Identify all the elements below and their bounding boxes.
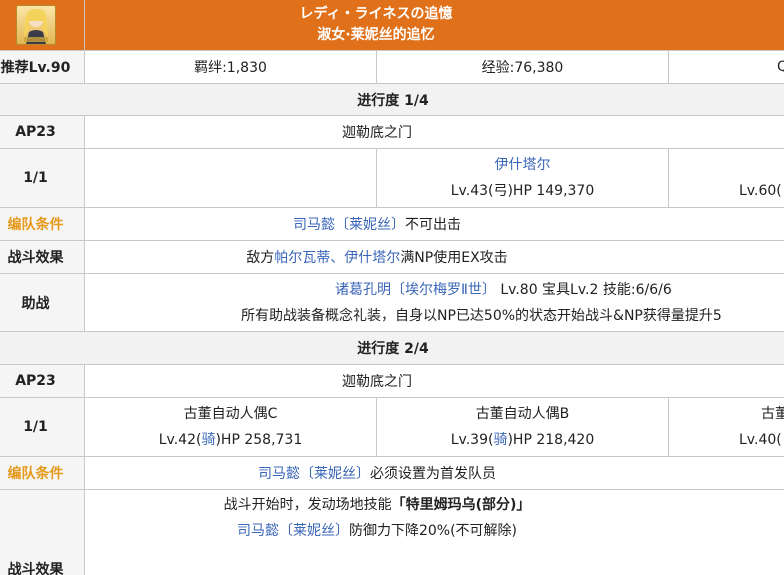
stage2-title-text: 进行度 2/4	[357, 341, 429, 357]
stage1-formation-label: 编队条件	[0, 207, 85, 241]
stage2-enemy2-class[interactable]: 骑	[493, 432, 507, 448]
stage2-enemy1-stats: Lv.42(骑)HP 258,731	[158, 432, 303, 448]
stage1-formation-row: 编队条件 司马懿〔莱妮丝〕不可出击	[0, 207, 784, 241]
stage2-formation-rule: 必须设置为首发队员	[370, 466, 496, 482]
stage1-support-servant[interactable]: 诸葛孔明〔埃尔梅罗Ⅱ世〕	[335, 282, 496, 298]
stage1-title-text: 进行度 1/4	[357, 92, 429, 109]
stage2-enemy-row: 1/1 古董自动人偶C Lv.42(骑)HP 258,731 古董自动人偶B L…	[0, 397, 784, 457]
stage2-formation-servant[interactable]: 司马懿〔莱妮丝〕	[258, 466, 370, 482]
stage2-battle-line1: 战斗开始时，发动场地技能	[223, 497, 392, 513]
quest-table: レディ・ライネスの追憶 淑女·莱妮丝的追忆 推荐Lv.90 羁绊:1,830 经…	[0, 0, 784, 575]
stage1-support-row: 助战 诸葛孔明〔埃尔梅罗Ⅱ世〕 Lv.80 宝具Lv.2 技能:6/6/6 所有…	[0, 273, 784, 332]
stage1-battle-row: 战斗效果 敌方帕尔瓦蒂、伊什塔尔满NP使用EX攻击	[0, 240, 784, 274]
stage2-place-text: 迦勒底之门	[342, 374, 412, 390]
stage1-wave: 1/1	[0, 148, 85, 208]
stage2-formation-row: 编队条件 司马懿〔莱妮丝〕必须设置为首发队员	[0, 456, 784, 490]
stage2-enemy2-name: 古董自动人偶B	[475, 406, 570, 422]
stage2-battle-row: 战斗效果 战斗开始时，发动场地技能「特里姆玛乌(部分)」 司马懿〔莱妮丝〕防御力…	[0, 489, 784, 575]
recommend-row: 推荐Lv.90 羁绊:1,830 经验:76,380 Q	[0, 50, 784, 84]
recommend-level: 推荐Lv.90	[0, 50, 85, 84]
stage2-ap-row: AP23 迦勒底之门	[0, 364, 784, 398]
stage2-battle-skill: 「特里姆玛乌(部分)」	[391, 497, 531, 513]
stage2-wave: 1/1	[0, 397, 85, 457]
stage1-support-label: 助战	[0, 273, 85, 332]
stage1-place-text: 迦勒底之门	[342, 125, 412, 141]
stage1-enemy-row: 1/1 伊什塔尔 Lv.43(弓)HP 149,370 Lv.60(	[0, 148, 784, 208]
stage1-enemy-card: 伊什塔尔 Lv.43(弓)HP 149,370	[376, 148, 669, 208]
stage1-enemy-empty	[84, 148, 377, 208]
stage2-formation: 司马懿〔莱妮丝〕必须设置为首发队员	[83, 456, 784, 490]
stage2-enemy1-card: 古董自动人偶C Lv.42(骑)HP 258,731	[84, 397, 377, 457]
stage1-ap-row: AP23 迦勒底之门	[0, 115, 784, 149]
quest-header-row: レディ・ライネスの追憶 淑女·莱妮丝的追忆	[0, 0, 784, 51]
stage2-battle-servant[interactable]: 司马懿〔莱妮丝〕	[237, 523, 349, 539]
quest-icon-cell	[0, 0, 85, 51]
stage2-enemy1-class[interactable]: 骑	[201, 432, 215, 448]
stage1-enemy-name[interactable]: 伊什塔尔	[378, 152, 668, 178]
stage2-battle: 战斗开始时，发动场地技能「特里姆玛乌(部分)」 司马懿〔莱妮丝〕防御力下降20%…	[83, 489, 784, 575]
stage2-enemy3-name: 古董	[761, 406, 784, 422]
stage1-enemy-card-3: Lv.60(	[667, 148, 784, 208]
quest-title: レディ・ライネスの追憶 淑女·莱妮丝的追忆	[83, 0, 784, 51]
stage1-battle-targets[interactable]: 帕尔瓦蒂、伊什塔尔	[274, 250, 400, 266]
quest-title-cn: 淑女·莱妮丝的追忆	[317, 26, 435, 43]
servant-portrait-icon[interactable]	[15, 4, 56, 45]
stage2-enemy2-card: 古董自动人偶B Lv.39(骑)HP 218,420	[376, 397, 669, 457]
stage1-battle-suffix: 满NP使用EX攻击	[400, 250, 508, 266]
stage2-battle-label: 战斗效果	[0, 489, 85, 575]
exp-value: 经验:76,380	[376, 50, 669, 84]
stage1-title-row: 进行度 1/4	[0, 83, 784, 116]
stage1-battle-prefix: 敌方	[246, 250, 275, 266]
stage1-support: 诸葛孔明〔埃尔梅罗Ⅱ世〕 Lv.80 宝具Lv.2 技能:6/6/6 所有助战装…	[83, 273, 784, 332]
stage1-enemy3-stats: Lv.60(	[739, 183, 782, 199]
stage2-enemy2-stats: Lv.39(骑)HP 218,420	[450, 432, 595, 448]
stage1-support-stats: Lv.80 宝具Lv.2 技能:6/6/6	[500, 281, 672, 298]
stage2-formation-label: 编队条件	[0, 456, 85, 490]
stage2-title-row: 进行度 2/4	[0, 331, 784, 365]
stage1-enemy-stats: Lv.43(弓)HP 149,370	[450, 183, 595, 199]
stage1-title: 进行度 1/4	[0, 83, 784, 116]
bond-value: 羁绊:1,830	[84, 50, 377, 84]
qp-value: Q	[667, 50, 784, 84]
stage1-support-note: 所有助战装备概念礼装，自身以NP已达50%的状态开始战斗&NP获得量提升5	[241, 307, 722, 324]
quest-title-jp: レディ・ライネスの追憶	[299, 5, 453, 22]
stage2-place: 迦勒底之门	[83, 364, 784, 398]
stage1-place: 迦勒底之门	[83, 115, 784, 149]
quest-info-panel: レディ・ライネスの追憶 淑女·莱妮丝的追忆 推荐Lv.90 羁绊:1,830 经…	[0, 0, 784, 575]
stage1-battle-label: 战斗效果	[0, 240, 85, 274]
stage1-battle: 敌方帕尔瓦蒂、伊什塔尔满NP使用EX攻击	[83, 240, 784, 274]
stage2-enemy3-card: 古董 Lv.40(	[667, 397, 784, 457]
stage1-ap: AP23	[0, 115, 85, 149]
stage2-title: 进行度 2/4	[0, 331, 784, 365]
stage2-enemy3-stats: Lv.40(	[739, 432, 782, 448]
stage1-formation: 司马懿〔莱妮丝〕不可出击	[83, 207, 784, 241]
stage1-formation-rule: 不可出击	[405, 217, 461, 233]
stage2-enemy1-name: 古董自动人偶C	[183, 406, 278, 422]
stage1-formation-servant[interactable]: 司马懿〔莱妮丝〕	[293, 217, 405, 233]
stage2-battle-effect: 防御力下降20%(不可解除)	[348, 523, 518, 539]
stage2-ap: AP23	[0, 364, 85, 398]
